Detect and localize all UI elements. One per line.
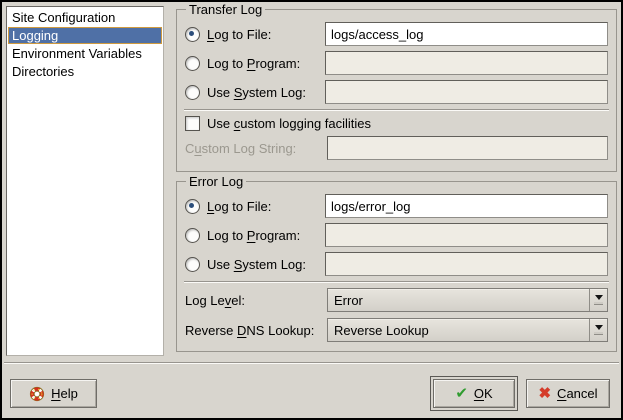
transfer-log-file-input[interactable] [325,22,608,46]
radio-icon [185,228,200,243]
ok-button[interactable]: ✔ OK [433,379,515,408]
help-button[interactable]: Help [10,379,97,408]
transfer-log-to-program-row: Log to Program: [185,51,608,75]
cancel-button-label: Cancel [557,386,597,401]
httpd-logging-config-dialog: Site Configuration Logging Environment V… [0,0,623,420]
custom-facilities-row: Use custom logging facilities [185,115,608,131]
sidebar-item-environment-variables[interactable]: Environment Variables [8,45,162,62]
use-custom-logging-facilities-label: Use custom logging facilities [207,116,371,131]
radio-icon [185,257,200,272]
log-level-select[interactable]: Error [327,288,608,312]
radio-icon [185,85,200,100]
sidebar-item-directories[interactable]: Directories [8,63,162,80]
log-level-label: Log Level: [185,293,327,308]
transfer-log-to-program-label: Log to Program: [207,56,300,71]
help-lifebuoy-icon [29,386,45,402]
radio-icon [185,56,200,71]
error-log-separator [184,281,609,283]
log-level-value: Error [328,289,589,311]
error-log-frame: Error Log Log to File: Log to Program: U… [176,174,617,352]
error-system-log-input [325,252,608,276]
transfer-log-to-program-radio[interactable]: Log to Program: [185,56,325,71]
ok-button-label: OK [474,386,493,401]
transfer-use-system-log-radio[interactable]: Use System Log: [185,85,325,100]
help-button-label: Help [51,386,78,401]
error-log-to-program-label: Log to Program: [207,228,300,243]
error-log-file-input[interactable] [325,194,608,218]
error-use-system-log-row: Use System Log: [185,252,608,276]
reverse-dns-label: Reverse DNS Lookup: [185,323,327,338]
error-log-to-file-radio[interactable]: Log to File: [185,199,325,214]
error-log-to-program-radio[interactable]: Log to Program: [185,228,325,243]
error-log-title: Error Log [186,174,246,189]
close-icon: ✖ [538,386,551,401]
transfer-log-title: Transfer Log [186,2,265,17]
error-use-system-log-radio[interactable]: Use System Log: [185,257,325,272]
error-log-to-file-label: Log to File: [207,199,271,214]
transfer-log-frame: Transfer Log Log to File: Log to Program… [176,2,617,172]
transfer-log-separator [184,109,609,111]
radio-icon [185,199,200,214]
sidebar-item-site-configuration[interactable]: Site Configuration [8,9,162,26]
transfer-use-system-log-label: Use System Log: [207,85,306,100]
use-custom-logging-facilities-checkbox[interactable]: Use custom logging facilities [185,116,371,131]
transfer-log-to-file-radio[interactable]: Log to File: [185,27,325,42]
chevron-down-icon [589,289,607,311]
reverse-dns-value: Reverse Lookup [328,319,589,341]
radio-icon [185,27,200,42]
error-log-to-program-row: Log to Program: [185,223,608,247]
transfer-system-log-input [325,80,608,104]
custom-log-string-label: Custom Log String: [185,141,327,156]
check-icon: ✔ [455,386,468,401]
checkbox-icon [185,116,200,131]
cancel-button[interactable]: ✖ Cancel [526,379,610,408]
error-log-program-input [325,223,608,247]
custom-log-string-row: Custom Log String: [185,136,608,160]
section-list: Site Configuration Logging Environment V… [6,6,164,356]
transfer-log-to-file-label: Log to File: [207,27,271,42]
reverse-dns-row: Reverse DNS Lookup: Reverse Lookup [185,318,608,342]
error-use-system-log-label: Use System Log: [207,257,306,272]
transfer-log-program-input [325,51,608,75]
chevron-down-icon [589,319,607,341]
reverse-dns-select[interactable]: Reverse Lookup [327,318,608,342]
log-level-row: Log Level: Error [185,288,608,312]
sidebar-item-logging[interactable]: Logging [8,27,162,44]
error-log-to-file-row: Log to File: [185,194,608,218]
transfer-log-to-file-row: Log to File: [185,22,608,46]
button-bar-separator [4,362,619,364]
custom-log-string-input [327,136,608,160]
transfer-use-system-log-row: Use System Log: [185,80,608,104]
